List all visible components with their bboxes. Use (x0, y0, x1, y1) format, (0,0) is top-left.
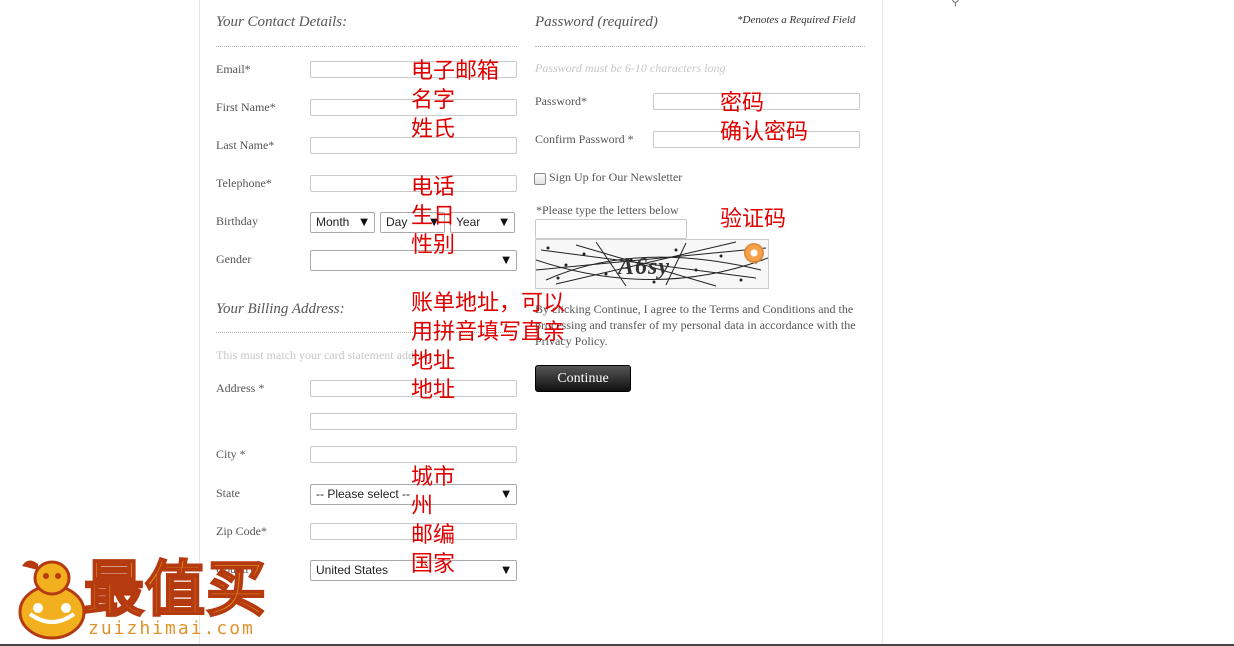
annotation-billing-line2: 用拼音填写直亲 (411, 320, 566, 345)
newsletter-checkbox[interactable] (534, 173, 546, 185)
contact-section-title: Your Contact Details: (216, 14, 348, 30)
captcha-label: *Please type the letters below (536, 203, 679, 217)
country-value: United States (316, 563, 389, 577)
birth-day-value: Day (386, 215, 408, 229)
city-label: City * (216, 447, 246, 461)
annotation-birthday: 生日 (411, 204, 456, 229)
last-name-label: Last Name* (216, 138, 275, 152)
gourd-mascot-icon (18, 560, 86, 640)
billing-section-title: Your Billing Address: (216, 301, 345, 317)
address-line2-field[interactable] (310, 413, 517, 430)
continue-button[interactable]: Continue (535, 365, 631, 392)
birth-month-select[interactable]: Month ▼ (310, 212, 375, 233)
dropdown-arrow-icon: ▼ (502, 565, 510, 576)
address-label: Address * (216, 381, 265, 395)
annotation-gender: 性别 (411, 233, 456, 258)
password-section-title: Password (required) (535, 14, 658, 30)
captcha-image: A6sy (535, 239, 769, 289)
watermark-url: zuizhimai.com (88, 618, 255, 639)
annotation-confirm-password: 确认密码 (720, 120, 809, 145)
dropdown-arrow-icon: ▼ (360, 217, 368, 228)
annotation-last-name: 姓氏 (411, 117, 456, 142)
billing-hint: This must match your card statement addr… (216, 348, 433, 362)
gender-label: Gender (216, 252, 252, 266)
state-value: -- Please select -- (316, 487, 411, 501)
annotation-address1: 地址 (411, 349, 456, 374)
annotation-telephone: 电话 (411, 175, 456, 200)
annotation-captcha: 验证码 (720, 207, 787, 232)
confirm-password-label: Confirm Password * (535, 132, 634, 146)
annotation-country: 国家 (411, 552, 456, 577)
captcha-text: A6sy (618, 254, 670, 280)
annotation-address2: 地址 (411, 378, 456, 403)
birth-year-select[interactable]: Year ▼ (450, 212, 515, 233)
watermark-logo-text: 最值买 (83, 554, 267, 626)
birth-month-value: Month (316, 215, 350, 229)
first-name-label: First Name* (216, 100, 276, 114)
password-label: Password* (535, 94, 588, 108)
captcha-field[interactable] (535, 219, 687, 239)
annotation-state: 州 (411, 494, 434, 519)
state-label: State (216, 486, 240, 500)
birth-year-value: Year (456, 215, 481, 229)
contact-divider (216, 46, 517, 47)
annotation-first-name: 名字 (411, 88, 456, 113)
annotation-zip: 邮编 (411, 523, 456, 548)
dropdown-arrow-icon: ▼ (500, 217, 508, 228)
refresh-captcha-icon[interactable] (745, 244, 763, 262)
city-field[interactable] (310, 446, 517, 463)
birthday-label: Birthday (216, 214, 258, 228)
password-hint: Password must be 6-10 characters long (535, 61, 726, 75)
terms-text: By clicking Continue, I agree to the Ter… (535, 302, 856, 348)
zip-label: Zip Code* (216, 524, 267, 538)
search-icon: ⚲ (951, 0, 960, 8)
dropdown-arrow-icon: ▼ (502, 255, 510, 266)
dropdown-arrow-icon: ▼ (502, 489, 510, 500)
annotation-city: 城市 (411, 465, 456, 490)
telephone-label: Telephone* (216, 176, 272, 190)
annotation-password: 密码 (720, 91, 765, 116)
newsletter-label: Sign Up for Our Newsletter (549, 170, 683, 184)
password-divider (535, 46, 865, 47)
email-label: Email* (216, 62, 251, 76)
annotation-email: 电子邮箱 (411, 59, 500, 84)
required-field-note: *Denotes a Required Field (737, 14, 856, 26)
annotation-billing-line1: 账单地址，可以 (411, 291, 566, 316)
